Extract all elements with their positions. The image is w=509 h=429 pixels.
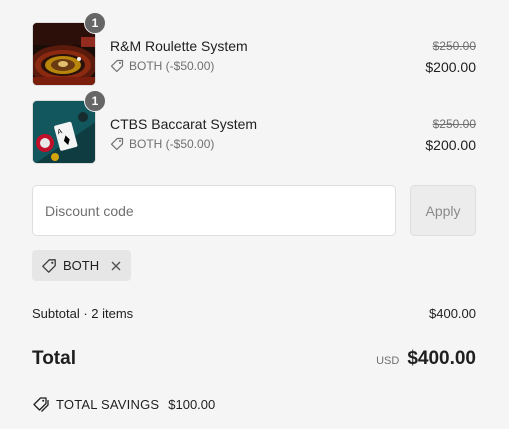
product-thumbnail-wrapper: A 1 <box>32 90 106 164</box>
savings-label: TOTAL SAVINGS <box>56 396 160 412</box>
item-discount: BOTH (-$50.00) <box>110 59 214 73</box>
product-image <box>32 22 96 86</box>
applied-discount-chip: BOTH <box>32 250 131 281</box>
applied-code: BOTH <box>63 258 100 273</box>
item-discount: BOTH (-$50.00) <box>110 137 214 151</box>
savings-tags-icon <box>32 396 50 412</box>
total-savings: TOTAL SAVINGS $100.00 <box>32 396 215 412</box>
savings-value: $100.00 <box>168 396 216 412</box>
total-label: Total <box>32 348 76 369</box>
product-name: R&M Roulette System <box>110 38 248 54</box>
discount-label: BOTH (-$50.00) <box>129 137 215 151</box>
quantity-badge: 1 <box>84 12 106 34</box>
original-price: $250.00 <box>432 117 476 131</box>
discount-code-input[interactable] <box>32 185 396 236</box>
apply-button[interactable]: Apply <box>410 185 476 236</box>
discount-form: Apply <box>32 185 476 236</box>
close-icon[interactable] <box>110 260 122 272</box>
subtotal-label: Subtotal · 2 items <box>32 306 134 321</box>
discount-label: BOTH (-$50.00) <box>129 59 215 73</box>
line-item: 1 R&M Roulette System BOTH (-$50.00) $25… <box>32 12 476 86</box>
product-name: CTBS Baccarat System <box>110 116 258 132</box>
quantity-badge: 1 <box>84 90 106 112</box>
tag-icon <box>110 137 124 151</box>
total-value: $400.00 <box>407 348 476 369</box>
line-item: A 1 CTBS Baccarat System BOTH (-$50.00) … <box>32 90 476 164</box>
currency-code: USD <box>376 355 400 367</box>
item-price: $200.00 <box>425 137 476 153</box>
total-amount: USD $400.00 <box>376 348 476 370</box>
item-price: $200.00 <box>425 59 476 75</box>
tag-icon <box>41 258 57 274</box>
product-image: A <box>32 100 96 164</box>
subtotal-value: $400.00 <box>429 306 476 321</box>
product-thumbnail-wrapper: 1 <box>32 12 106 86</box>
original-price: $250.00 <box>432 39 476 53</box>
tag-icon <box>110 59 124 73</box>
